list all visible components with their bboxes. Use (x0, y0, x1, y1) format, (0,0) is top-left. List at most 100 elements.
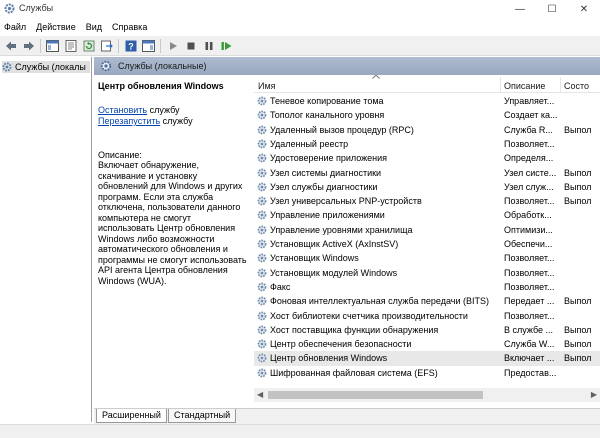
menu-action[interactable]: Действие (36, 22, 76, 32)
toolbar-separator (40, 38, 41, 53)
close-icon: ✕ (579, 3, 589, 15)
properties-button[interactable] (63, 38, 78, 53)
service-description-cell: Предостав... (504, 367, 557, 378)
table-row[interactable]: Установщик ActiveX (AxInstSV) Обеспечи... (254, 237, 600, 251)
service-description-cell: Служба R... (504, 124, 553, 135)
table-row[interactable]: Удостоверение приложения Определя... (254, 151, 600, 165)
close-button[interactable]: ✕ (568, 0, 600, 18)
service-name-cell: Установщик модулей Windows (270, 267, 398, 278)
table-row[interactable]: Фоновая интеллектуальная служба передачи… (254, 294, 600, 308)
service-gear-icon (257, 253, 267, 263)
forward-button[interactable] (21, 38, 36, 53)
service-gear-icon (257, 225, 267, 235)
help-button[interactable]: ? (123, 38, 138, 53)
restart-service-button[interactable] (219, 38, 234, 53)
menu-view[interactable]: Вид (86, 22, 102, 32)
service-name-cell: Управление уровнями хранилища (270, 224, 413, 235)
service-name-cell: Хост библиотеки счетчика производительно… (270, 310, 468, 321)
restart-service-line: Перезапустить службу (98, 116, 245, 126)
table-row[interactable]: Удаленный вызов процедур (RPC) Служба R..… (254, 123, 600, 137)
service-name-cell: Центр обновления Windows (270, 353, 388, 364)
column-description-header[interactable]: Описание (504, 81, 545, 91)
service-gear-icon (257, 139, 267, 149)
play-icon (169, 41, 177, 50)
menu-bar: Файл Действие Вид Справка (0, 18, 600, 36)
start-service-button[interactable] (165, 38, 180, 53)
scrollbar-thumb[interactable] (268, 391, 483, 399)
stop-service-link[interactable]: Остановить (98, 105, 147, 115)
restart-service-link[interactable]: Перезапустить (98, 116, 160, 126)
table-row[interactable]: Центр обновления Windows Включает ... Выпо… (254, 351, 600, 366)
table-row[interactable]: Хост библиотеки счетчика производительно… (254, 309, 600, 323)
scroll-left-icon[interactable]: ◀ (257, 390, 263, 399)
services-pane-header: Службы (локальные) (94, 57, 600, 75)
pause-icon (205, 41, 212, 50)
column-divider[interactable] (560, 77, 561, 93)
service-description-cell: Передает ... (504, 296, 555, 307)
table-row[interactable]: Узел универсальных PNP-устройств Позволяе… (254, 194, 600, 208)
service-status-cell: Выпол (564, 124, 592, 135)
service-description-cell: Узел служ... (504, 181, 554, 192)
table-row[interactable]: Удаленный реестр Позволяет... (254, 137, 600, 151)
service-status-cell: Выпол (564, 181, 592, 192)
service-name-cell: Тополог канального уровня (270, 110, 385, 121)
tree-item-label: Службы (локалы (15, 62, 86, 72)
properties-icon (65, 39, 76, 52)
service-gear-icon (257, 353, 267, 363)
service-gear-icon (257, 125, 267, 134)
service-gear-icon (257, 239, 267, 249)
column-status-header[interactable]: Состо (564, 81, 589, 91)
table-row[interactable]: Теневое копирование тома Управляет... (254, 94, 600, 108)
table-row[interactable]: Хост поставщика функции обнаружения В слу… (254, 323, 600, 337)
stop-service-suffix: службу (147, 105, 180, 115)
tree-item-services-local[interactable]: Службы (локалы (2, 61, 90, 73)
table-row[interactable]: Узел службы диагностики Узел служ... Выпол (254, 180, 600, 194)
description-label: Описание: (98, 150, 142, 160)
services-window: Службы — ☐ ✕ Файл Действие Вид Справка ?… (0, 0, 600, 438)
service-name-cell: Удаленный реестр (270, 138, 349, 149)
table-row[interactable]: Управление уровнями хранилища Оптимизи... (254, 223, 600, 237)
table-row[interactable]: Тополог канального уровня Создает ка... (254, 108, 600, 122)
back-button[interactable] (3, 38, 18, 53)
horizontal-scrollbar[interactable]: ◀ ▶ (254, 388, 600, 402)
table-row[interactable]: Установщик модулей Windows Позволяет... (254, 266, 600, 280)
restart-service-suffix: службу (160, 116, 193, 126)
tab-extended[interactable]: Расширенный (96, 409, 167, 423)
show-tree-button[interactable] (45, 38, 60, 53)
column-name-header[interactable]: Имя (258, 81, 276, 91)
export-list-button[interactable] (99, 38, 114, 53)
tab-standard[interactable]: Стандартный (168, 409, 237, 423)
menu-help[interactable]: Справка (112, 22, 147, 32)
services-pane: Службы (локальные) Центр обновления Wind… (94, 57, 600, 422)
service-status-cell: Выпол (564, 167, 592, 178)
column-divider[interactable] (500, 77, 501, 93)
services-gear-icon (4, 3, 15, 14)
service-gear-icon (257, 182, 267, 192)
maximize-button[interactable]: ☐ (536, 0, 568, 18)
service-description-cell: Оптимизи... (504, 224, 553, 235)
service-status-cell: Выпол (564, 324, 592, 335)
action-pane-button[interactable] (141, 38, 156, 53)
service-description-cell: В службе ... (504, 324, 554, 335)
menu-file[interactable]: Файл (4, 22, 26, 32)
pause-service-button[interactable] (201, 38, 216, 53)
toolbar: ? (0, 36, 600, 56)
service-gear-icon (257, 368, 267, 378)
scroll-right-icon[interactable]: ▶ (591, 390, 597, 399)
service-name-cell: Установщик Windows (270, 253, 359, 264)
service-status-cell: Выпол (564, 296, 592, 307)
minimize-button[interactable]: — (504, 0, 536, 18)
service-name-cell: Шифрованная файловая система (EFS) (270, 367, 438, 378)
table-row[interactable]: Факс Позволяет... (254, 280, 600, 294)
stop-service-button[interactable] (183, 38, 198, 53)
service-name-cell: Узел системы диагностики (270, 167, 382, 178)
table-row[interactable]: Управление приложениями Обработк... (254, 208, 600, 222)
service-name-cell: Установщик ActiveX (AxInstSV) (270, 239, 399, 249)
table-row[interactable]: Узел системы диагностики Узел систе... Вып… (254, 166, 600, 180)
service-name-cell: Центр обеспечения безопасности (270, 339, 412, 350)
table-row[interactable]: Шифрованная файловая система (EFS) Предос… (254, 366, 600, 380)
table-row[interactable]: Установщик Windows Позволяет... (254, 251, 600, 265)
service-name-cell: Управление приложениями (270, 210, 385, 221)
refresh-button[interactable] (81, 38, 96, 53)
table-row[interactable]: Центр обеспечения безопасности Служба W..… (254, 337, 600, 351)
